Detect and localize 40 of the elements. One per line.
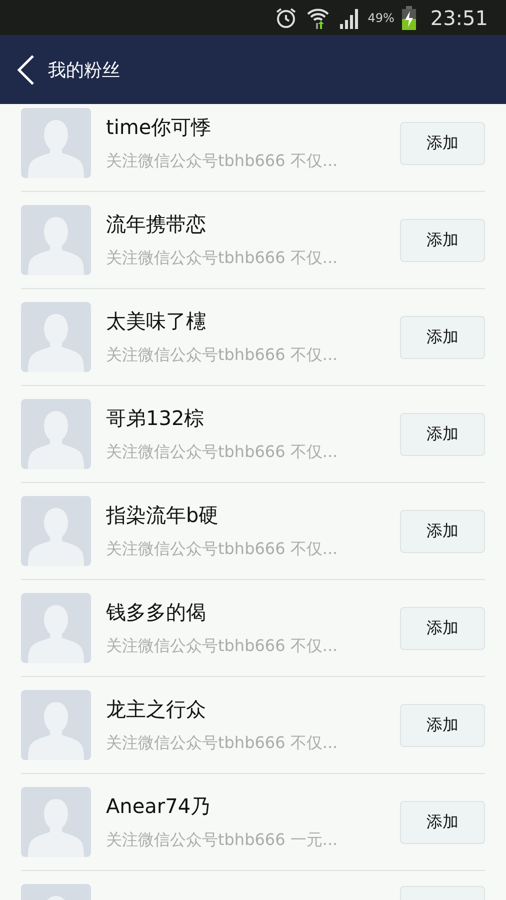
battery-percent: 49% [368,10,394,24]
avatar-placeholder-icon [21,787,91,857]
back-icon[interactable] [16,54,36,86]
fan-description: 关注微信公众号tbhb666 不仅... [106,442,339,463]
add-button[interactable]: 添加 [400,218,485,262]
fan-name: Anear74乃 [106,793,212,820]
fan-description: 关注微信公众号tbhb666 一元... [106,830,339,851]
avatar-placeholder-icon [21,690,91,760]
add-button[interactable]: 添加 [400,800,485,844]
fan-name: 钱多多的偈 [106,599,207,626]
add-button[interactable]: 添加 [400,510,485,552]
avatar-placeholder-icon [21,108,91,178]
fan-name: 太美味了櫶 [106,308,207,335]
clock-time: 23:51 [430,6,488,30]
avatar-placeholder-icon [21,205,91,275]
avatar-placeholder-icon [21,496,91,566]
avatar-placeholder-icon [21,302,91,372]
page-title: 我的粉丝 [48,58,120,82]
fan-description: 关注微信公众号tbhb666 不仅... [106,345,339,366]
fan-description: 关注微信公众号tbhb666 不仅... [106,636,339,657]
add-button[interactable]: 添加 [400,122,485,164]
fan-name: 流年携带恋 [106,211,207,238]
wifi-icon [306,6,330,30]
fan-description: 关注微信公众号tbhb666 不仅... [106,733,339,754]
fan-description: 关注微信公众号tbhb666 不仅... [106,539,339,560]
add-button[interactable]: 添加 [400,412,485,456]
fan-name: time你可悸 [106,114,212,141]
signal-icon [338,6,360,28]
add-button[interactable]: 添加 [400,316,485,358]
add-button[interactable]: 添加 [400,704,485,746]
fan-description: 关注微信公众号tbhb666 不仅... [106,248,339,269]
battery-charging-icon [402,6,416,30]
fan-description: 关注微信公众号tbhb666 不仅... [106,151,339,172]
fan-name: 龙主之行众 [106,696,207,723]
avatar-placeholder-icon [21,593,91,663]
avatar-placeholder-icon [21,399,91,469]
fan-name: 指染流年b硬 [106,502,220,529]
alarm-icon [274,6,298,30]
add-button[interactable]: 添加 [400,606,485,650]
fan-name: 哥弟132棕 [106,405,206,432]
